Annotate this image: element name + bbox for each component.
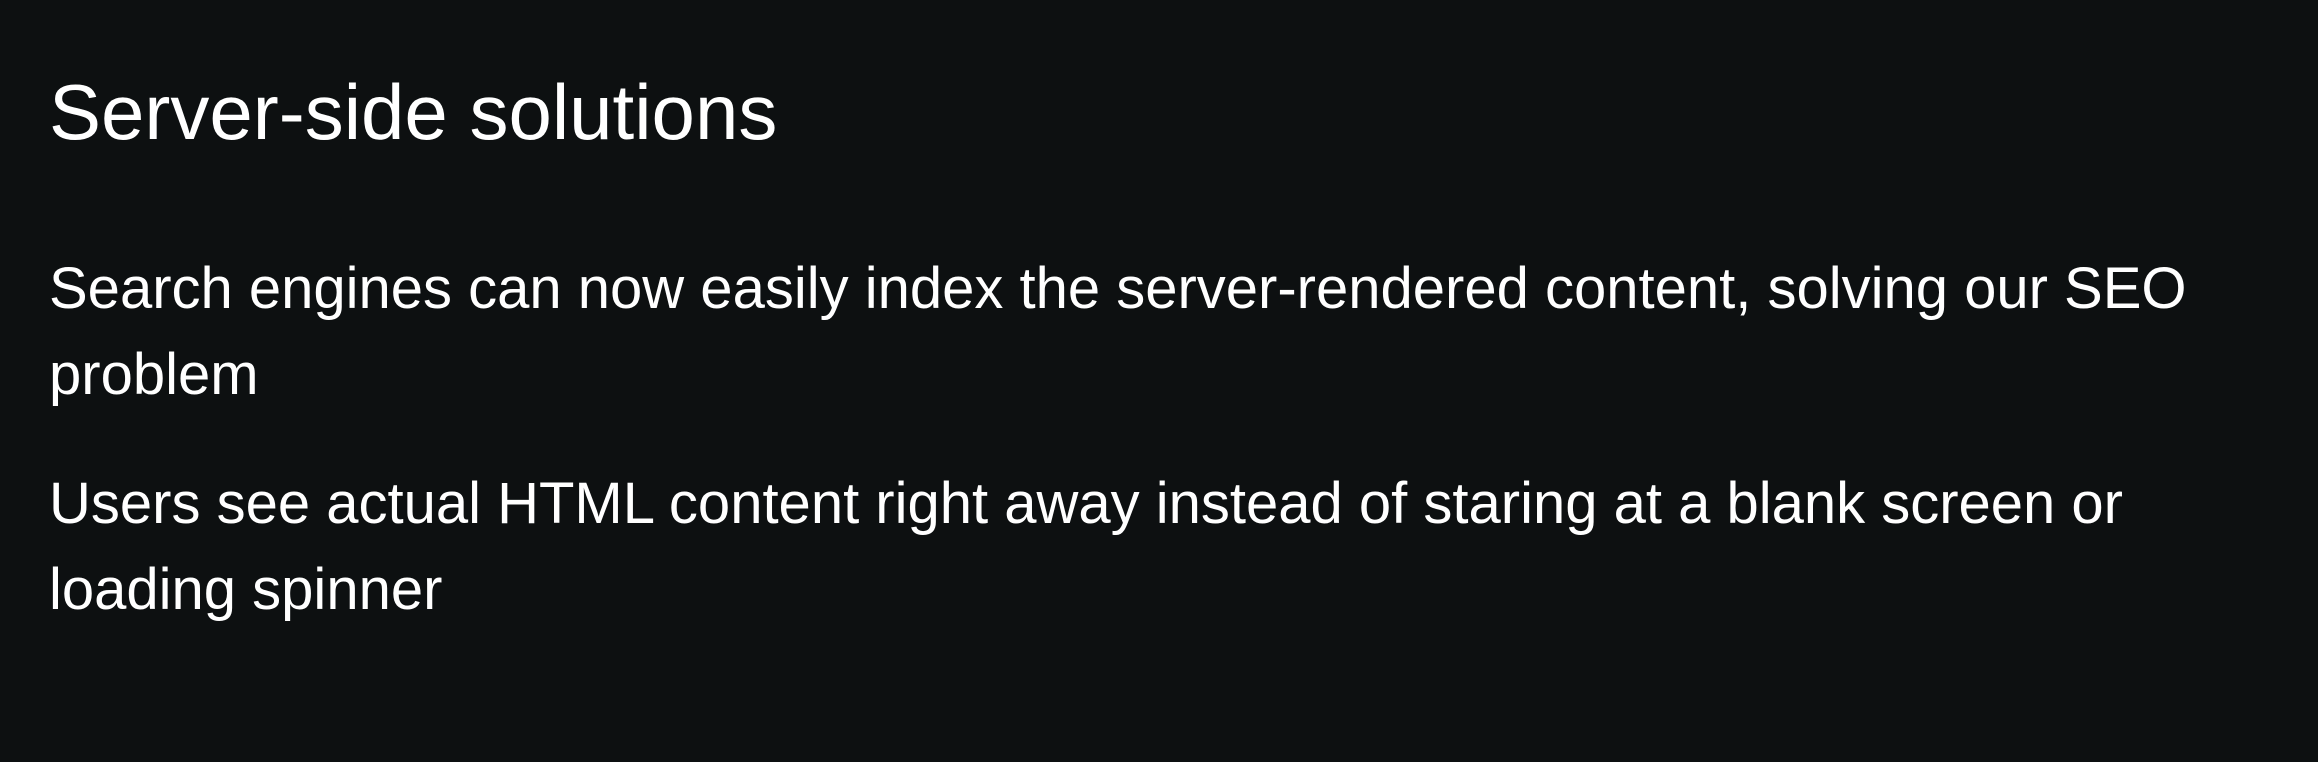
paragraph-html-content: Users see actual HTML content right away…	[49, 471, 2123, 622]
paragraph-seo: Search engines can now easily index the …	[49, 256, 2187, 407]
slide-title: Server-side solutions	[49, 68, 778, 156]
slide: Server-side solutions Search engines can…	[0, 0, 2318, 762]
